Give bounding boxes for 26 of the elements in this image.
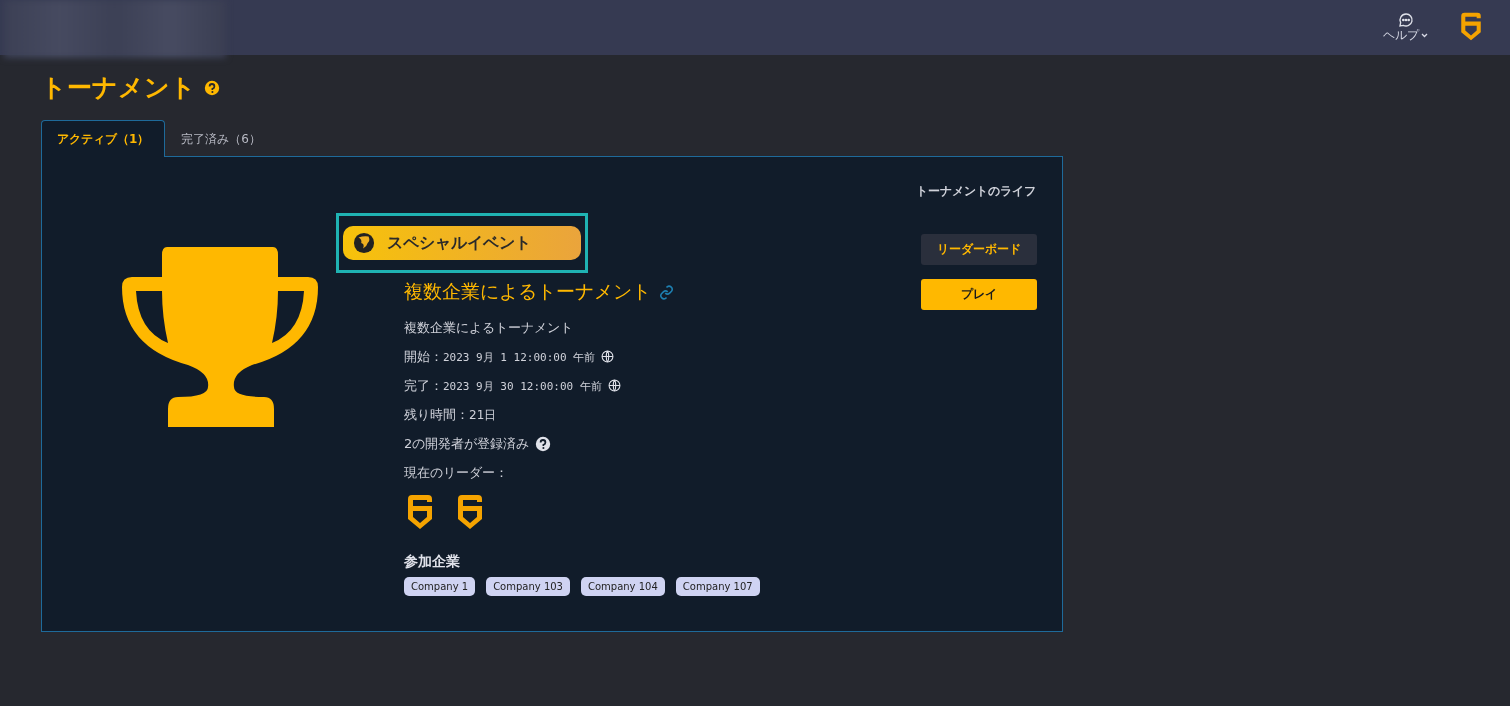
help-icon[interactable]: [204, 79, 220, 96]
detail-text: 現在のリーダー：: [404, 463, 508, 482]
help-menu[interactable]: ヘルプ: [1383, 12, 1428, 43]
company-tag: Company 104: [580, 577, 665, 596]
special-event-badge: スペシャルイベント: [343, 226, 581, 260]
tab[interactable]: 完了済み（6）: [165, 120, 277, 157]
chat-icon: [1397, 12, 1414, 28]
company-tag: Company 107: [675, 577, 760, 596]
detail-text: 開始：2023 9月 1 12:00:00 午前: [404, 347, 596, 366]
tournament-life-label: トーナメントのライフ: [916, 183, 1036, 200]
detail-text: 残り時間：21日: [404, 405, 497, 424]
tab[interactable]: アクティブ（1）: [41, 120, 166, 157]
trophy-icon: [122, 247, 318, 429]
link-icon[interactable]: [659, 284, 674, 300]
section-heading: 参加企業: [404, 553, 461, 571]
tournament-description: 複数企業によるトーナメント: [404, 318, 573, 337]
page-title: トーナメント: [41, 72, 196, 104]
detail-text: 完了：2023 9月 30 12:00:00 午前: [404, 376, 602, 395]
detail-text: 2の開発者が登録済み: [404, 434, 530, 453]
tournament-title: 複数企業によるトーナメント: [404, 279, 651, 304]
leaderboard-button[interactable]: リーダーボード: [921, 234, 1037, 265]
help-icon[interactable]: [535, 435, 552, 452]
company-tag: Company 103: [486, 577, 570, 596]
company-tag: Company 1: [404, 577, 476, 596]
chevron-down-icon: [1421, 33, 1428, 38]
play-button[interactable]: プレイ: [921, 279, 1037, 310]
